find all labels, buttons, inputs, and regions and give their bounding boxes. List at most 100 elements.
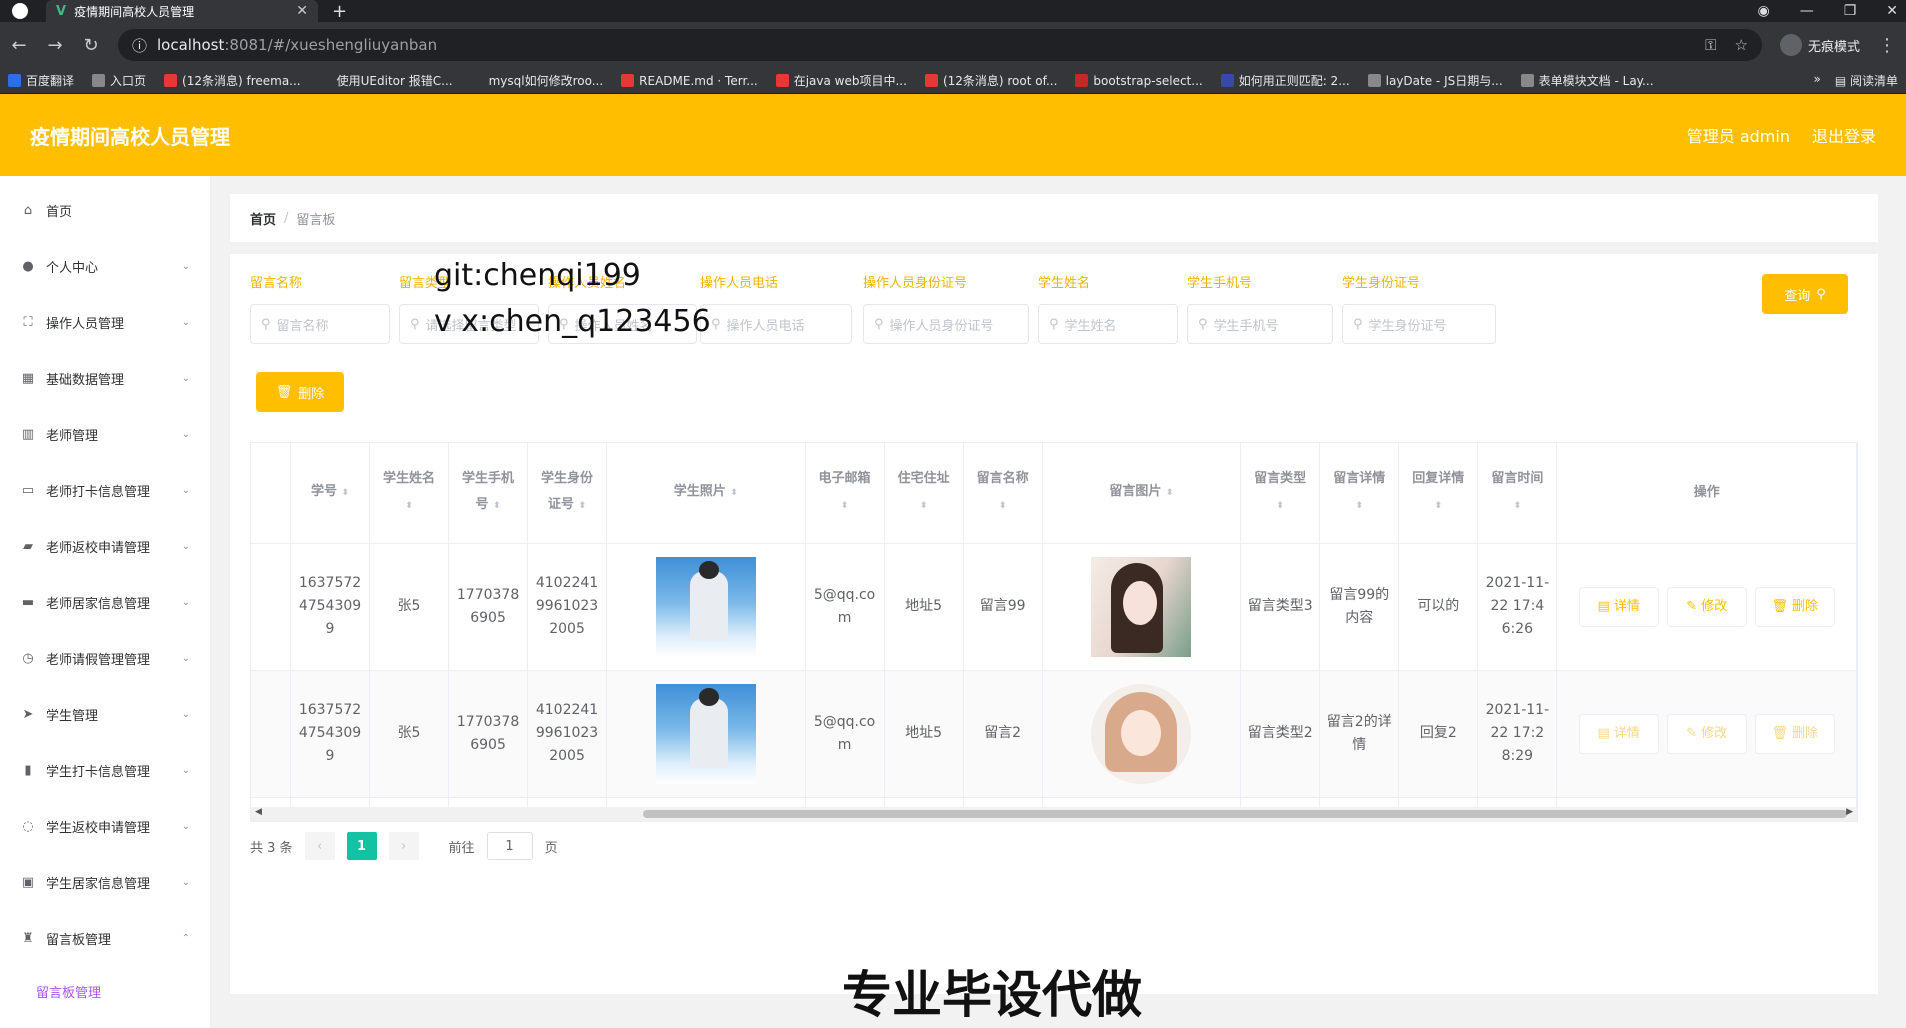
sort-caret-icon[interactable]: ⬍	[579, 493, 587, 519]
sort-caret-icon[interactable]: ⬍	[1276, 493, 1284, 519]
key-icon[interactable]: ⚿	[1705, 36, 1716, 54]
detail-button[interactable]: ▤ 详情	[1578, 713, 1659, 754]
reading-list[interactable]: ▤ 阅读清单	[1835, 72, 1898, 89]
search-input[interactable]: ⚲ 学生身份证号	[1342, 304, 1496, 344]
delete-icon: 🗑	[1771, 726, 1788, 741]
sort-caret-icon[interactable]: ⬍	[1355, 493, 1363, 519]
column-header[interactable]: 留言类型 ⬍	[1240, 443, 1321, 544]
sidebar-item[interactable]: ⌂ 首页	[0, 182, 210, 238]
bookmark-item[interactable]: layDate - JS日期与...	[1367, 72, 1503, 89]
bookmark-item[interactable]: 使用UEditor 报错C...	[318, 72, 453, 89]
window-close-icon[interactable]: ✕	[1886, 3, 1898, 19]
submenu-item-message-board[interactable]: 留言板管理	[0, 966, 210, 1016]
column-header[interactable]: 学生照片 ⬍	[606, 443, 806, 544]
column-header[interactable]: 学生手机号 ⬍	[448, 443, 529, 544]
search-input[interactable]: ⚲ 学生手机号	[1187, 304, 1333, 344]
restore-icon[interactable]: ❐	[1844, 3, 1857, 19]
sidebar-item[interactable]: ▭ 老师打卡信息管理 ⌄	[0, 462, 210, 518]
sidebar-item[interactable]: ▥ 老师管理 ⌄	[0, 406, 210, 462]
back-icon[interactable]: ←	[10, 35, 28, 56]
cell-text: 地址5	[905, 725, 943, 741]
detail-button[interactable]: ▤ 详情	[1578, 586, 1659, 627]
batch-delete-button[interactable]: 🗑 删除	[256, 372, 344, 412]
bookmarks-more[interactable]: »	[1813, 72, 1820, 89]
minimize-icon[interactable]: —	[1800, 3, 1814, 19]
sidebar-item[interactable]: ⛶ 操作人员管理 ⌄	[0, 294, 210, 350]
search-field-label: 学生身份证号	[1342, 276, 1421, 291]
sort-caret-icon[interactable]: ⬍	[1166, 480, 1174, 506]
tab-search-icon[interactable]: ◉	[1757, 3, 1769, 19]
sort-caret-icon[interactable]: ⬍	[841, 493, 849, 519]
column-header[interactable]: 学生姓名 ⬍	[369, 443, 450, 544]
sidebar-item[interactable]: ▣ 学生居家信息管理 ⌄	[0, 854, 210, 910]
sort-caret-icon[interactable]: ⬍	[730, 480, 738, 506]
reload-icon[interactable]: ↻	[82, 35, 100, 56]
search-input[interactable]: ⚲ 学生姓名	[1038, 304, 1178, 344]
column-header[interactable]: 回复详情 ⬍	[1398, 443, 1479, 544]
bookmark-item[interactable]: 在java web项目中...	[775, 72, 907, 89]
search-input[interactable]: ⚲ 留言名称	[250, 304, 390, 344]
delete-button[interactable]: 🗑 删除	[1754, 586, 1835, 627]
bookmark-item[interactable]: 入口页	[92, 72, 146, 89]
sidebar-item-label: 老师居家信息管理	[46, 596, 151, 612]
bookmark-item[interactable]: (12条消息) freema...	[164, 72, 301, 89]
sidebar-item[interactable]: ▦ 基础数据管理 ⌄	[0, 350, 210, 406]
bookmark-item[interactable]: README.md · Terr...	[621, 72, 758, 89]
sidebar-item[interactable]: ➤ 学生管理 ⌄	[0, 686, 210, 742]
page-1-button[interactable]: 1	[346, 832, 377, 860]
sort-caret-icon[interactable]: ⬍	[405, 493, 413, 519]
delete-button-label: 删除	[1791, 726, 1818, 741]
bookmark-item[interactable]: (12条消息) root of...	[924, 72, 1057, 89]
search-input[interactable]: ⚲ 操作人员身份证号	[863, 304, 1029, 344]
edit-button[interactable]: ✎ 修改	[1666, 713, 1747, 754]
info-icon[interactable]: ⓘ	[132, 35, 147, 56]
column-header[interactable]: 学号 ⬍	[290, 443, 370, 544]
breadcrumb-home[interactable]: 首页	[250, 209, 276, 228]
sidebar-item[interactable]: ▰ 老师返校申请管理 ⌄	[0, 518, 210, 574]
column-header[interactable]: 留言详情 ⬍	[1319, 443, 1400, 544]
sort-caret-icon[interactable]: ⬍	[920, 493, 928, 519]
star-icon[interactable]: ☆	[1735, 36, 1748, 54]
goto-page-input[interactable]: 1	[486, 832, 533, 860]
horizontal-scrollbar[interactable]: ◀ ▶	[251, 807, 1857, 821]
column-header[interactable]: 学生身份 证号 ⬍	[527, 443, 608, 544]
url-field[interactable]: ⓘ localhost:8081/#/xueshengliuyanban ⚿ ☆	[118, 29, 1762, 61]
column-header[interactable]: 留言名称 ⬍	[963, 443, 1043, 544]
scroll-right-icon[interactable]: ▶	[1846, 807, 1853, 817]
column-header[interactable]: 留言图片 ⬍	[1042, 443, 1242, 544]
bookmark-item[interactable]: 表单模块文档 - Lay...	[1520, 72, 1654, 89]
sort-caret-icon[interactable]: ⬍	[342, 480, 350, 506]
column-header[interactable]: 留言时间 ⬍	[1477, 443, 1558, 544]
sidebar-item[interactable]: ♜ 留言板管理 ⌃	[0, 910, 210, 966]
scroll-thumb[interactable]	[643, 810, 1847, 818]
bookmark-item[interactable]: bootstrap-select...	[1075, 72, 1203, 89]
bookmark-item[interactable]: mysql如何修改roo...	[470, 72, 603, 89]
incognito-profile[interactable]: 无痕模式	[1779, 34, 1860, 56]
delete-button[interactable]: 🗑 删除	[1754, 713, 1835, 754]
sidebar-item[interactable]: ▮ 学生打卡信息管理 ⌄	[0, 742, 210, 798]
search-input[interactable]: ⚲ 操作人员电话	[700, 304, 852, 344]
next-page-icon[interactable]: ›	[388, 832, 419, 860]
browser-tab[interactable]: V 疫情期间高校人员管理 ✕	[46, 0, 318, 22]
scroll-left-icon[interactable]: ◀	[255, 807, 262, 817]
new-tab-icon[interactable]: +	[332, 1, 347, 22]
column-header[interactable]: 住宅住址 ⬍	[884, 443, 964, 544]
sidebar-item[interactable]: ◌ 学生返校申请管理 ⌄	[0, 798, 210, 854]
sort-caret-icon[interactable]: ⬍	[999, 493, 1007, 519]
query-button[interactable]: 查询 ⚲	[1762, 274, 1848, 314]
sort-caret-icon[interactable]: ⬍	[1514, 493, 1522, 519]
column-header[interactable]: 电子邮箱 ⬍	[805, 443, 885, 544]
forward-icon[interactable]: →	[46, 35, 64, 56]
sort-caret-icon[interactable]: ⬍	[1435, 493, 1443, 519]
logout-link[interactable]: 退出登录	[1812, 123, 1876, 147]
sort-caret-icon[interactable]: ⬍	[493, 493, 501, 519]
prev-page-icon[interactable]: ‹	[304, 832, 335, 860]
bookmark-item[interactable]: 如何用正则匹配: 2...	[1220, 72, 1350, 89]
close-tab-icon[interactable]: ✕	[296, 3, 308, 19]
edit-button[interactable]: ✎ 修改	[1666, 586, 1747, 627]
bookmark-item[interactable]: 百度翻译	[8, 72, 74, 89]
sidebar-item[interactable]: ● 个人中心 ⌄	[0, 238, 210, 294]
sidebar-item[interactable]: ▬ 老师居家信息管理 ⌄	[0, 574, 210, 630]
menu-dots-icon[interactable]: ⋮	[1878, 35, 1896, 56]
sidebar-item[interactable]: ◷ 老师请假管理管理 ⌄	[0, 630, 210, 686]
